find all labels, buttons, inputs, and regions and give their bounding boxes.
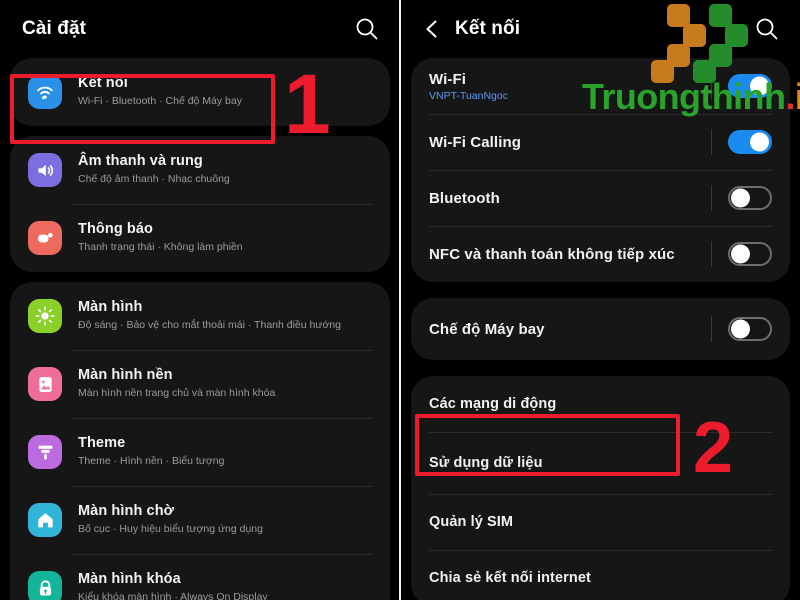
connections-group-radios: Wi-Fi VNPT-TuanNgoc Wi-Fi Calling Blueto…: [411, 58, 790, 282]
toggle-separator: [711, 316, 712, 342]
list-item-bluetooth[interactable]: Bluetooth: [411, 170, 790, 226]
sidebar-item-title: Thông báo: [78, 221, 153, 238]
sidebar-item-man-hinh-cho[interactable]: Màn hình chờ Bố cục · Huy hiệu biểu tượn…: [10, 486, 390, 554]
toggle-separator: [711, 185, 712, 211]
sidebar-item-title: Theme: [78, 435, 126, 452]
sidebar-item-subtitle: Thanh trạng thái · Không làm phiền: [78, 241, 243, 254]
sidebar-item-thong-bao[interactable]: Thông báo Thanh trạng thái · Không làm p…: [10, 204, 390, 272]
brightness-icon: [28, 299, 62, 333]
step-number-1: 1: [284, 57, 331, 151]
sidebar-item-subtitle: Chế độ âm thanh · Nhạc chuông: [78, 173, 230, 186]
sidebar-item-subtitle: Độ sáng · Bảo vệ cho mắt thoải mái · Tha…: [78, 319, 341, 332]
toggle-bluetooth[interactable]: [728, 186, 772, 210]
sidebar-item-title: Màn hình chờ: [78, 503, 175, 520]
list-item-airplane-mode[interactable]: Chế độ Máy bay: [411, 298, 790, 360]
search-icon[interactable]: [354, 16, 380, 42]
toggle-knob: [750, 132, 769, 152]
list-item-subtitle: VNPT-TuanNgoc: [429, 89, 508, 102]
list-item-title: Bluetooth: [429, 189, 500, 207]
sidebar-item-title: Màn hình khóa: [78, 571, 181, 588]
list-item-title: NFC và thanh toán không tiếp xúc: [429, 245, 675, 263]
list-item-title: Chế độ Máy bay: [429, 320, 545, 338]
sidebar-item-title: Màn hình nền: [78, 367, 173, 384]
theme-brush-icon: [28, 435, 62, 469]
list-item-title: Quản lý SIM: [429, 514, 514, 530]
lock-icon: [28, 571, 62, 600]
settings-header: Cài đặt: [0, 0, 400, 58]
sidebar-item-man-hinh[interactable]: Màn hình Độ sáng · Bảo vệ cho mắt thoải …: [10, 282, 390, 350]
settings-panel: Cài đặt Kết nối Wi-Fi · Bluetooth · Chế …: [0, 0, 400, 600]
home-icon: [28, 503, 62, 537]
toggle-knob: [731, 188, 750, 208]
volume-icon: [28, 153, 62, 187]
settings-group-connections: Kết nối Wi-Fi · Bluetooth · Chế độ Máy b…: [10, 58, 390, 126]
sidebar-item-subtitle: Theme · Hình nền · Biểu tượng: [78, 455, 225, 468]
sidebar-item-title: Âm thanh và rung: [78, 153, 203, 170]
list-item-wifi[interactable]: Wi-Fi VNPT-TuanNgoc: [411, 58, 790, 114]
toggle-wifi-calling[interactable]: [728, 130, 772, 154]
sidebar-item-ket-noi[interactable]: Kết nối Wi-Fi · Bluetooth · Chế độ Máy b…: [10, 58, 390, 126]
toggle-separator: [711, 129, 712, 155]
toggle-wrapper: [711, 129, 772, 155]
toggle-airplane-mode[interactable]: [728, 317, 772, 341]
page-title: Kết nối: [455, 18, 521, 39]
toggle-wrapper: [711, 185, 772, 211]
sidebar-item-subtitle: Bố cục · Huy hiệu biểu tượng ứng dụng: [78, 523, 263, 536]
list-item-quan-ly-sim[interactable]: Quản lý SIM: [411, 494, 790, 550]
list-item-title: Wi-Fi: [429, 70, 467, 88]
connections-group-mobile: Các mạng di động Sử dụng dữ liệu Quản lý…: [411, 376, 790, 600]
sidebar-item-subtitle: Kiểu khóa màn hình · Always On Display: [78, 591, 268, 600]
page-title: Cài đặt: [22, 18, 87, 39]
toggle-knob: [750, 76, 769, 96]
list-item-cac-mang-di-dong[interactable]: Các mạng di động: [411, 376, 790, 432]
toggle-wrapper: [711, 241, 772, 267]
connections-panel: Kết nối Wi-Fi VNPT-TuanNgoc Wi-Fi Callin…: [401, 0, 800, 600]
connections-header: Kết nối: [401, 0, 800, 58]
list-item-su-dung-du-lieu[interactable]: Sử dụng dữ liệu: [411, 432, 790, 494]
list-item-wifi-calling[interactable]: Wi-Fi Calling: [411, 114, 790, 170]
toggle-separator: [711, 241, 712, 267]
settings-group-display: Màn hình Độ sáng · Bảo vệ cho mắt thoải …: [10, 282, 390, 600]
sidebar-item-man-hinh-nen[interactable]: Màn hình nền Màn hình nền trang chủ và m…: [10, 350, 390, 418]
toggle-nfc[interactable]: [728, 242, 772, 266]
back-chevron-icon[interactable]: [419, 16, 445, 42]
sidebar-item-title: Màn hình: [78, 299, 143, 316]
toggle-wrapper: [711, 73, 772, 99]
sidebar-item-am-thanh-va-rung[interactable]: Âm thanh và rung Chế độ âm thanh · Nhạc …: [10, 136, 390, 204]
sidebar-item-title: Kết nối: [78, 75, 128, 92]
settings-group-sound-notification: Âm thanh và rung Chế độ âm thanh · Nhạc …: [10, 136, 390, 272]
screenshot-root: Cài đặt Kết nối Wi-Fi · Bluetooth · Chế …: [0, 0, 800, 600]
toggle-knob: [731, 244, 750, 264]
connections-group-airplane: Chế độ Máy bay: [411, 298, 790, 360]
sidebar-item-man-hinh-khoa[interactable]: Màn hình khóa Kiểu khóa màn hình · Alway…: [10, 554, 390, 600]
list-item-title: Chia sẻ kết nối internet: [429, 570, 591, 586]
wallpaper-icon: [28, 367, 62, 401]
search-icon[interactable]: [754, 16, 780, 42]
list-item-title: Wi-Fi Calling: [429, 133, 521, 151]
panel-divider: [399, 0, 401, 600]
notification-icon: [28, 221, 62, 255]
list-item-nfc[interactable]: NFC và thanh toán không tiếp xúc: [411, 226, 790, 282]
step-number-2: 2: [693, 408, 734, 488]
list-item-chia-se-ket-noi-internet[interactable]: Chia sẻ kết nối internet: [411, 550, 790, 600]
sidebar-item-theme[interactable]: Theme Theme · Hình nền · Biểu tượng: [10, 418, 390, 486]
toggle-wrapper: [711, 316, 772, 342]
toggle-wifi[interactable]: [728, 74, 772, 98]
sidebar-item-subtitle: Wi-Fi · Bluetooth · Chế độ Máy bay: [78, 95, 242, 108]
sidebar-item-subtitle: Màn hình nền trang chủ và màn hình khóa: [78, 387, 276, 400]
toggle-separator: [711, 73, 712, 99]
toggle-knob: [731, 319, 750, 339]
wifi-icon: [28, 75, 62, 109]
